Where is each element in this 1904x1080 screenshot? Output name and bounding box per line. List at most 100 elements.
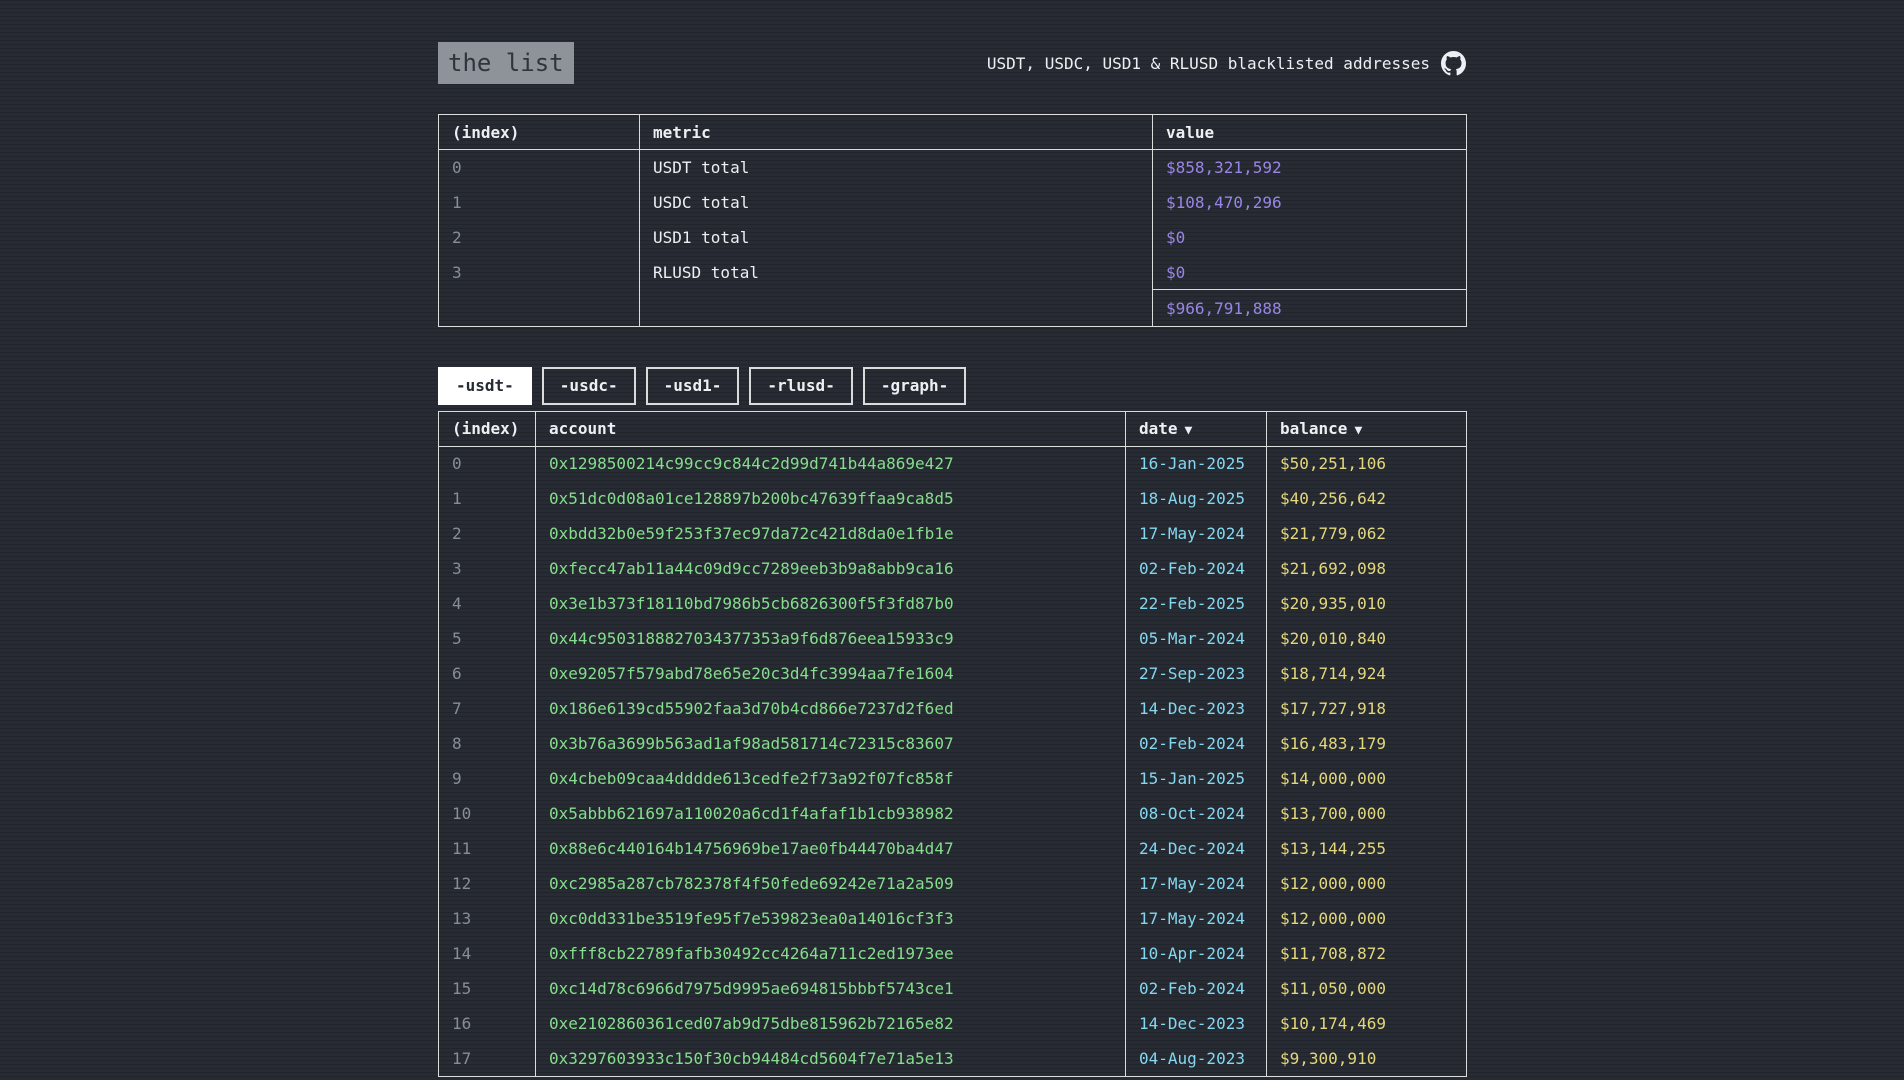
cell-date: 17-May-2024: [1126, 516, 1267, 551]
cell-date: 27-Sep-2023: [1126, 656, 1267, 691]
table-row: 40x3e1b373f18110bd7986b5cb6826300f5f3fd8…: [439, 586, 1467, 621]
table-row: 110x88e6c440164b14756969be17ae0fb44470ba…: [439, 831, 1467, 866]
cell-balance: $50,251,106: [1267, 446, 1467, 481]
tab-usdt[interactable]: -usdt-: [438, 367, 532, 404]
summary-row: 3RLUSD total$0: [439, 255, 1467, 290]
summary-cell-index: 3: [439, 255, 640, 290]
cell-date: 24-Dec-2024: [1126, 831, 1267, 866]
table-row: 50x44c9503188827034377353a9f6d876eea1593…: [439, 621, 1467, 656]
cell-account: 0x4cbeb09caa4dddde613cedfe2f73a92f07fc85…: [536, 761, 1126, 796]
table-row: 130xc0dd331be3519fe95f7e539823ea0a14016c…: [439, 901, 1467, 936]
summary-header-row: (index) metric value: [439, 115, 1467, 150]
cell-balance: $20,010,840: [1267, 621, 1467, 656]
cell-date: 02-Feb-2024: [1126, 726, 1267, 761]
summary-total-empty-cell: [439, 290, 640, 327]
summary-cell-index: 2: [439, 220, 640, 255]
col-header-date[interactable]: date ▼: [1126, 411, 1267, 446]
summary-row: 0USDT total$858,321,592: [439, 150, 1467, 185]
cell-index: 10: [439, 796, 536, 831]
table-row: 20xbdd32b0e59f253f37ec97da72c421d8da0e1f…: [439, 516, 1467, 551]
tab-usd1[interactable]: -usd1-: [646, 367, 740, 404]
cell-date: 17-May-2024: [1126, 866, 1267, 901]
summary-total-row: $966,791,888: [439, 290, 1467, 327]
cell-index: 17: [439, 1041, 536, 1076]
summary-total-empty-cell: [640, 290, 1153, 327]
tab-rlusd[interactable]: -rlusd-: [749, 367, 852, 404]
page-header: the list USDT, USDC, USD1 & RLUSD blackl…: [438, 42, 1466, 84]
cell-account: 0x1298500214c99cc9c844c2d99d741b44a869e4…: [536, 446, 1126, 481]
cell-index: 13: [439, 901, 536, 936]
cell-index: 2: [439, 516, 536, 551]
page-subtitle-wrap: USDT, USDC, USD1 & RLUSD blacklisted add…: [987, 51, 1466, 76]
col-header-account[interactable]: account: [536, 411, 1126, 446]
cell-account: 0xfecc47ab11a44c09d9cc7289eeb3b9a8abb9ca…: [536, 551, 1126, 586]
page-container: the list USDT, USDC, USD1 & RLUSD blackl…: [438, 0, 1466, 1077]
col-header-date-label: date: [1139, 419, 1178, 438]
cell-balance: $11,050,000: [1267, 971, 1467, 1006]
table-row: 30xfecc47ab11a44c09d9cc7289eeb3b9a8abb9c…: [439, 551, 1467, 586]
cell-date: 05-Mar-2024: [1126, 621, 1267, 656]
cell-account: 0xe92057f579abd78e65e20c3d4fc3994aa7fe16…: [536, 656, 1126, 691]
cell-index: 1: [439, 481, 536, 516]
table-row: 00x1298500214c99cc9c844c2d99d741b44a869e…: [439, 446, 1467, 481]
cell-account: 0x51dc0d08a01ce128897b200bc47639ffaa9ca8…: [536, 481, 1126, 516]
summary-cell-metric: USD1 total: [640, 220, 1153, 255]
cell-index: 6: [439, 656, 536, 691]
summary-cell-value: $108,470,296: [1153, 185, 1467, 220]
table-row: 140xfff8cb22789fafb30492cc4264a711c2ed19…: [439, 936, 1467, 971]
cell-account: 0xc2985a287cb782378f4f50fede69242e71a2a5…: [536, 866, 1126, 901]
cell-date: 18-Aug-2025: [1126, 481, 1267, 516]
summary-cell-metric: USDT total: [640, 150, 1153, 185]
cell-date: 14-Dec-2023: [1126, 1006, 1267, 1041]
cell-date: 22-Feb-2025: [1126, 586, 1267, 621]
col-header-index[interactable]: (index): [439, 411, 536, 446]
summary-col-metric: metric: [640, 115, 1153, 150]
summary-cell-value: $0: [1153, 220, 1467, 255]
cell-index: 12: [439, 866, 536, 901]
cell-account: 0xc14d78c6966d7975d9995ae694815bbbf5743c…: [536, 971, 1126, 1006]
cell-date: 02-Feb-2024: [1126, 551, 1267, 586]
cell-date: 16-Jan-2025: [1126, 446, 1267, 481]
tab-usdc[interactable]: -usdc-: [542, 367, 636, 404]
table-row: 80x3b76a3699b563ad1af98ad581714c72315c83…: [439, 726, 1467, 761]
cell-index: 4: [439, 586, 536, 621]
cell-balance: $17,727,918: [1267, 691, 1467, 726]
table-row: 90x4cbeb09caa4dddde613cedfe2f73a92f07fc8…: [439, 761, 1467, 796]
github-icon[interactable]: [1441, 51, 1466, 76]
summary-cell-index: 1: [439, 185, 640, 220]
cell-index: 5: [439, 621, 536, 656]
cell-account: 0x186e6139cd55902faa3d70b4cd866e7237d2f6…: [536, 691, 1126, 726]
cell-balance: $9,300,910: [1267, 1041, 1467, 1076]
col-header-balance[interactable]: balance▼: [1267, 411, 1467, 446]
cell-account: 0x5abbb621697a110020a6cd1f4afaf1b1cb9389…: [536, 796, 1126, 831]
summary-total-value: $966,791,888: [1153, 290, 1467, 327]
summary-row: 2USD1 total$0: [439, 220, 1467, 255]
summary-cell-metric: RLUSD total: [640, 255, 1153, 290]
cell-index: 11: [439, 831, 536, 866]
blacklist-table: (index) account date ▼ balance▼ 00x129850…: [438, 411, 1467, 1077]
cell-account: 0xfff8cb22789fafb30492cc4264a711c2ed1973…: [536, 936, 1126, 971]
cell-index: 9: [439, 761, 536, 796]
sort-desc-icon: ▼: [1354, 423, 1362, 438]
cell-date: 15-Jan-2025: [1126, 761, 1267, 796]
cell-index: 7: [439, 691, 536, 726]
cell-account: 0x88e6c440164b14756969be17ae0fb44470ba4d…: [536, 831, 1126, 866]
summary-cell-index: 0: [439, 150, 640, 185]
tab-graph[interactable]: -graph-: [863, 367, 966, 404]
page-title: the list: [438, 42, 574, 84]
cell-index: 3: [439, 551, 536, 586]
cell-date: 17-May-2024: [1126, 901, 1267, 936]
table-row: 60xe92057f579abd78e65e20c3d4fc3994aa7fe1…: [439, 656, 1467, 691]
cell-balance: $10,174,469: [1267, 1006, 1467, 1041]
summary-col-index: (index): [439, 115, 640, 150]
sort-desc-icon: ▼: [1185, 423, 1193, 438]
cell-account: 0x3297603933c150f30cb94484cd5604f7e71a5e…: [536, 1041, 1126, 1076]
col-header-account-label: account: [549, 419, 616, 438]
table-row: 170x3297603933c150f30cb94484cd5604f7e71a…: [439, 1041, 1467, 1076]
cell-balance: $40,256,642: [1267, 481, 1467, 516]
page-subtitle: USDT, USDC, USD1 & RLUSD blacklisted add…: [987, 54, 1430, 73]
cell-date: 08-Oct-2024: [1126, 796, 1267, 831]
cell-index: 0: [439, 446, 536, 481]
table-row: 10x51dc0d08a01ce128897b200bc47639ffaa9ca…: [439, 481, 1467, 516]
cell-balance: $21,779,062: [1267, 516, 1467, 551]
